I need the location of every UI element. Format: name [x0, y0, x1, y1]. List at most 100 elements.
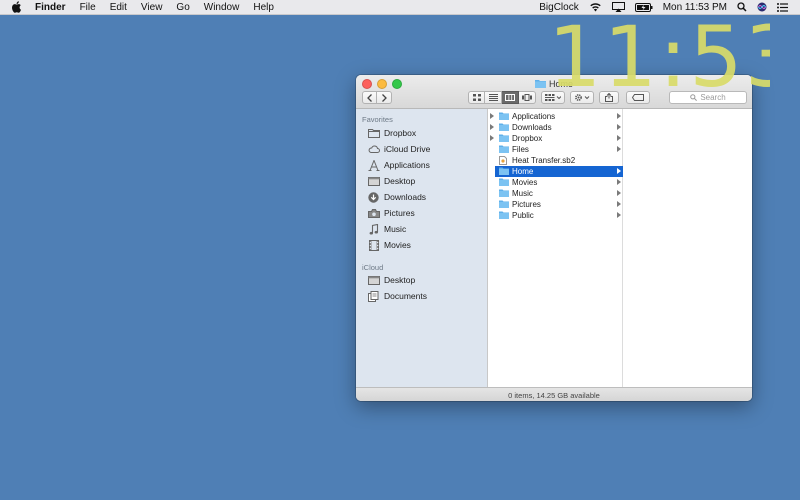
list-item[interactable]: Pictures: [495, 199, 623, 210]
item-label: Files: [512, 145, 529, 154]
item-label: Dropbox: [512, 134, 543, 143]
desktop-icon: [367, 275, 380, 286]
sidebar-item-label: Pictures: [384, 208, 415, 218]
list-item[interactable]: Heat Transfer.sb2: [495, 155, 623, 166]
sidebar-item-label: Documents: [384, 291, 427, 301]
menu-edit[interactable]: Edit: [110, 2, 127, 13]
folder-icon: [499, 167, 509, 176]
list-item[interactable]: Applications: [490, 111, 623, 122]
icon-view-icon: [472, 94, 481, 101]
coverflow-view-icon: [522, 94, 532, 101]
film-icon: [367, 239, 380, 251]
chevron-right-icon: [617, 113, 621, 119]
sidebar-item-music[interactable]: Music: [367, 222, 406, 236]
disclosure-triangle-icon[interactable]: [490, 124, 494, 130]
list-item[interactable]: Music: [495, 188, 623, 199]
menu-view[interactable]: View: [141, 2, 163, 13]
chevron-right-icon: [382, 93, 387, 102]
applications-icon: [367, 159, 380, 171]
folder-icon: [534, 79, 546, 88]
desktop-icon: [367, 176, 380, 187]
list-view-icon: [488, 94, 498, 101]
list-item[interactable]: Files: [495, 144, 623, 155]
sidebar-item-pictures[interactable]: Pictures: [367, 206, 415, 220]
item-label: Applications: [512, 112, 556, 121]
menu-app-name[interactable]: Finder: [35, 2, 66, 13]
sidebar-item-label: Desktop: [384, 176, 416, 186]
sidebar-item-applications[interactable]: Applications: [367, 158, 430, 172]
folder-icon: [499, 178, 509, 187]
sidebar-item-downloads[interactable]: Downloads: [367, 190, 426, 204]
folder-icon: [499, 200, 509, 209]
folder-icon: [499, 211, 509, 220]
sidebar-header-favorites: Favorites: [362, 115, 393, 124]
chevron-left-icon: [366, 93, 372, 102]
disclosure-triangle-icon[interactable]: [490, 113, 494, 119]
column-view-button[interactable]: [502, 91, 519, 104]
sidebar-item-label: Applications: [384, 160, 430, 170]
column-browser-column-2[interactable]: [623, 109, 752, 387]
list-icon[interactable]: [777, 2, 788, 12]
bigclock-display: 11:53: [548, 10, 770, 105]
sidebar-item-dropbox[interactable]: Dropbox: [367, 126, 416, 140]
list-item-selected[interactable]: Home: [495, 166, 623, 177]
camera-icon: [367, 208, 380, 219]
chevron-right-icon: [617, 168, 621, 174]
item-label: Heat Transfer.sb2: [512, 156, 576, 165]
chevron-right-icon: [617, 135, 621, 141]
sidebar-item-label: Dropbox: [384, 128, 417, 138]
sidebar: Favorites Dropbox iCloud Drive Applicati…: [356, 109, 488, 387]
sidebar-item-label: Downloads: [384, 192, 427, 202]
view-mode-control: [468, 91, 536, 104]
column-view-icon: [505, 94, 515, 101]
finder-window: Home Search Favorites Dropbox iCloud Dri…: [356, 75, 752, 401]
chevron-right-icon: [617, 201, 621, 207]
sidebar-item-label: Desktop: [384, 275, 416, 285]
sidebar-item-label: Music: [384, 224, 407, 234]
folder-icon: [499, 134, 509, 143]
nav-buttons: [362, 91, 392, 104]
cloud-icon: [367, 144, 380, 155]
list-item[interactable]: Downloads: [490, 122, 623, 133]
list-view-button[interactable]: [485, 91, 502, 104]
coverflow-view-button[interactable]: [519, 91, 536, 104]
folder-icon: [367, 128, 380, 139]
chevron-right-icon: [617, 124, 621, 130]
list-item[interactable]: Dropbox: [490, 133, 623, 144]
folder-icon: [499, 112, 509, 121]
item-label: Music: [512, 189, 533, 198]
list-item[interactable]: Movies: [495, 177, 623, 188]
sidebar-item-desktop[interactable]: Desktop: [367, 174, 415, 188]
status-bar: 0 items, 14.25 GB available: [356, 387, 752, 401]
sidebar-item-documents[interactable]: Documents: [367, 289, 427, 303]
chevron-right-icon: [617, 212, 621, 218]
menu-file[interactable]: File: [80, 2, 96, 13]
folder-icon: [499, 145, 509, 154]
folder-icon: [499, 189, 509, 198]
item-label: Pictures: [512, 200, 541, 209]
chevron-right-icon: [617, 190, 621, 196]
download-icon: [367, 191, 380, 203]
document-icon: [499, 156, 509, 165]
sidebar-item-movies[interactable]: Movies: [367, 238, 411, 252]
folder-icon: [499, 123, 509, 132]
item-label: Public: [512, 211, 534, 220]
item-label: Movies: [512, 178, 538, 187]
menu-go[interactable]: Go: [176, 2, 189, 13]
forward-button[interactable]: [377, 91, 392, 104]
status-text: 0 items, 14.25 GB available: [508, 390, 600, 400]
chevron-right-icon: [617, 146, 621, 152]
sidebar-item-icloud-drive[interactable]: iCloud Drive: [367, 142, 430, 156]
menu-help[interactable]: Help: [253, 2, 274, 13]
disclosure-triangle-icon[interactable]: [490, 135, 494, 141]
list-item[interactable]: Public: [495, 210, 623, 221]
sidebar-item-icloud-desktop[interactable]: Desktop: [367, 273, 415, 287]
menu-window[interactable]: Window: [204, 2, 240, 13]
sidebar-item-label: Movies: [384, 240, 411, 250]
chevron-right-icon: [617, 179, 621, 185]
apple-icon[interactable]: [12, 1, 24, 13]
icon-view-button[interactable]: [468, 91, 485, 104]
item-label: Downloads: [512, 123, 552, 132]
sidebar-header-icloud: iCloud: [362, 263, 384, 272]
back-button[interactable]: [362, 91, 377, 104]
